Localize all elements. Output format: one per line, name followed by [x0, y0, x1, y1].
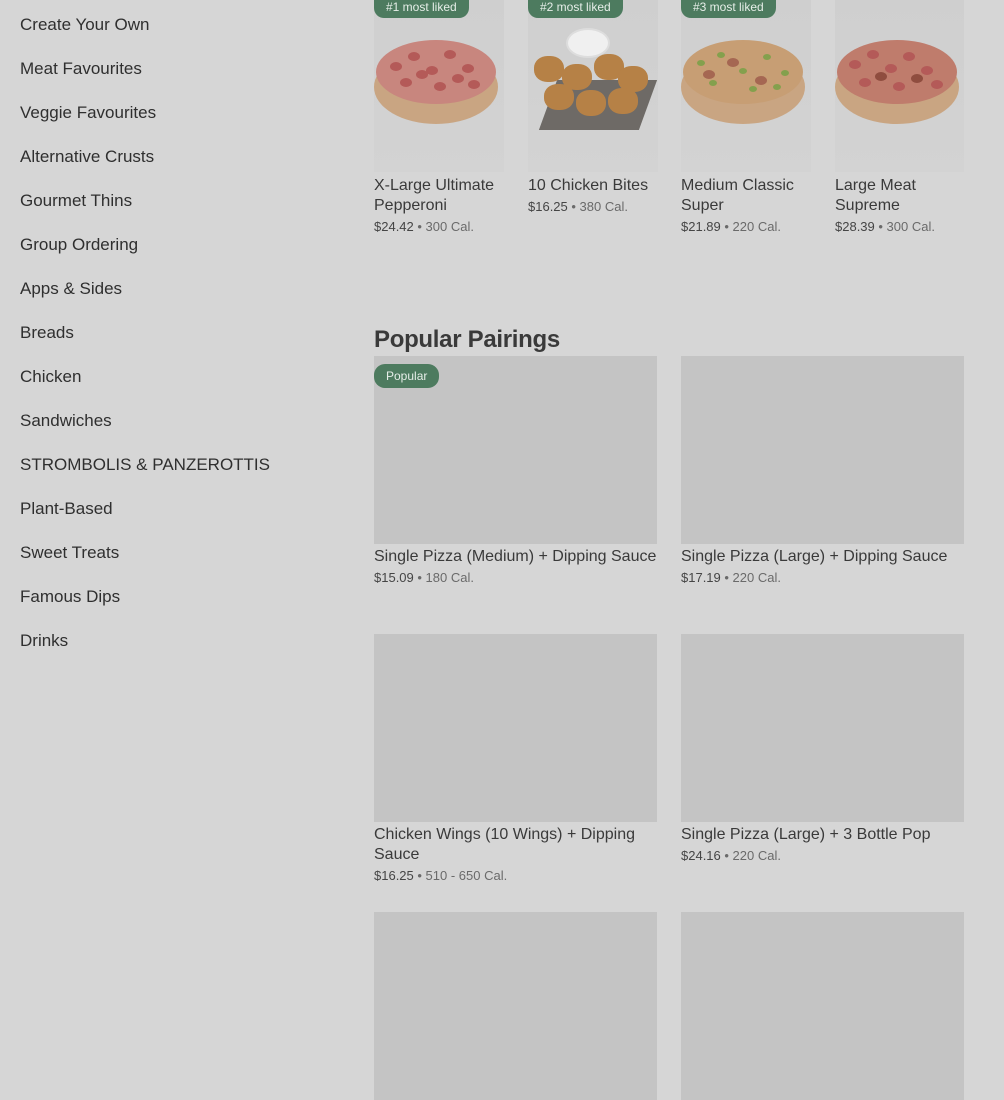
product-image-placeholder: Popular	[374, 356, 657, 544]
product-price: $21.89	[681, 219, 721, 234]
most-liked-badge: #2 most liked	[528, 0, 623, 18]
product-price: $16.25	[374, 868, 414, 883]
product-calories: 300 Cal.	[425, 219, 474, 234]
sidebar-item-meat-favourites[interactable]: Meat Favourites	[20, 44, 340, 88]
pairing-card[interactable]: Single Pizza (Large) + Dipping Sauce $17…	[681, 356, 964, 585]
product-title: Single Pizza (Medium) + Dipping Sauce	[374, 548, 657, 565]
meta-separator: •	[567, 199, 580, 214]
product-title: 10 Chicken Bites	[528, 177, 649, 194]
category-sidebar: Create Your Own Meat Favourites Veggie F…	[20, 0, 340, 660]
product-card[interactable]: #3 most liked Medium Classic Super $21.8…	[681, 0, 811, 234]
sidebar-item-sweet-treats[interactable]: Sweet Treats	[20, 528, 340, 572]
product-image: #1 most liked	[374, 0, 504, 172]
sidebar-item-alternative-crusts[interactable]: Alternative Crusts	[20, 132, 340, 176]
product-image: #3 most liked	[681, 0, 811, 172]
product-price-calories: $15.09 • 180 Cal.	[374, 570, 657, 585]
meta-separator: •	[874, 219, 887, 234]
product-image-placeholder	[374, 634, 657, 822]
product-image-placeholder	[681, 912, 964, 1100]
product-image-placeholder	[374, 912, 657, 1100]
meta-separator: •	[413, 868, 426, 883]
sidebar-item-drinks[interactable]: Drinks	[20, 616, 340, 660]
product-price: $15.09	[374, 570, 414, 585]
product-calories: 220 Cal.	[732, 219, 781, 234]
popular-badge: Popular	[374, 364, 440, 388]
pairing-card[interactable]: Single Pizza (Large) + 3 Bottle Pop $24.…	[681, 634, 964, 863]
product-image: #2 most liked	[528, 0, 658, 172]
meta-separator: •	[720, 848, 733, 863]
product-card[interactable]: #1 most liked X-Large Ultimate Pepperoni…	[374, 0, 504, 234]
product-calories: 180 Cal.	[425, 570, 474, 585]
product-price-calories: $28.39 • 300 Cal.	[835, 219, 964, 234]
meat-supreme-pizza-image	[835, 36, 964, 126]
product-calories: 220 Cal.	[732, 848, 781, 863]
product-title: Medium Classic Super	[681, 177, 794, 214]
most-liked-row: #1 most liked X-Large Ultimate Pepperoni…	[374, 0, 964, 250]
chicken-bites-image	[528, 20, 658, 140]
product-calories: 220 Cal.	[732, 570, 781, 585]
product-card[interactable]: #2 most liked 10 Chicken Bites $16.25 • …	[528, 0, 658, 214]
sidebar-item-group-ordering[interactable]: Group Ordering	[20, 220, 340, 264]
product-image-placeholder	[681, 634, 964, 822]
sidebar-item-gourmet-thins[interactable]: Gourmet Thins	[20, 176, 340, 220]
sidebar-item-breads[interactable]: Breads	[20, 308, 340, 352]
product-price-calories: $16.25 • 510 - 650 Cal.	[374, 868, 657, 883]
menu-content: #1 most liked X-Large Ultimate Pepperoni…	[374, 0, 964, 1100]
product-title: Chicken Wings (10 Wings) + Dipping Sauce	[374, 826, 635, 863]
meta-separator: •	[720, 570, 733, 585]
product-title: Single Pizza (Large) + Dipping Sauce	[681, 548, 948, 565]
meta-separator: •	[413, 219, 426, 234]
sidebar-item-chicken[interactable]: Chicken	[20, 352, 340, 396]
pairing-card[interactable]: Popular Single Pizza (Medium) + Dipping …	[374, 356, 657, 585]
product-price-calories: $24.16 • 220 Cal.	[681, 848, 964, 863]
product-price-calories: $16.25 • 380 Cal.	[528, 199, 658, 214]
product-calories: 380 Cal.	[579, 199, 628, 214]
product-price-calories: $17.19 • 220 Cal.	[681, 570, 964, 585]
meta-separator: •	[720, 219, 733, 234]
section-title-popular-pairings: Popular Pairings	[374, 325, 560, 353]
sidebar-item-apps-sides[interactable]: Apps & Sides	[20, 264, 340, 308]
pairing-card[interactable]: Chicken Wings (10 Wings) + Dipping Sauce…	[374, 634, 657, 883]
meta-separator: •	[413, 570, 426, 585]
product-title: X-Large Ultimate Pepperoni	[374, 177, 495, 214]
product-title: Large Meat Supreme	[835, 177, 916, 214]
classic-super-pizza-image	[681, 36, 811, 126]
product-title: Single Pizza (Large) + 3 Bottle Pop	[681, 826, 931, 843]
product-card[interactable]: Large Meat Supreme $28.39 • 300 Cal.	[835, 0, 964, 234]
product-price-calories: $24.42 • 300 Cal.	[374, 219, 504, 234]
sidebar-item-sandwiches[interactable]: Sandwiches	[20, 396, 340, 440]
product-calories: 300 Cal.	[886, 219, 935, 234]
sidebar-item-create-your-own[interactable]: Create Your Own	[20, 0, 340, 44]
sidebar-item-strombolis-panzerottis[interactable]: STROMBOLIS & PANZEROTTIS	[20, 440, 340, 484]
sidebar-item-veggie-favourites[interactable]: Veggie Favourites	[20, 88, 340, 132]
product-price: $24.16	[681, 848, 721, 863]
most-liked-badge: #1 most liked	[374, 0, 469, 18]
pairing-card[interactable]	[374, 912, 657, 1100]
product-image	[835, 0, 964, 172]
product-price-calories: $21.89 • 220 Cal.	[681, 219, 811, 234]
sidebar-item-plant-based[interactable]: Plant-Based	[20, 484, 340, 528]
product-image-placeholder	[681, 356, 964, 544]
product-price: $16.25	[528, 199, 568, 214]
pepperoni-pizza-image	[374, 36, 504, 126]
sidebar-item-famous-dips[interactable]: Famous Dips	[20, 572, 340, 616]
product-calories: 510 - 650 Cal.	[425, 868, 508, 883]
product-price: $24.42	[374, 219, 414, 234]
product-price: $17.19	[681, 570, 721, 585]
product-price: $28.39	[835, 219, 875, 234]
pairing-card[interactable]	[681, 912, 964, 1100]
most-liked-badge: #3 most liked	[681, 0, 776, 18]
